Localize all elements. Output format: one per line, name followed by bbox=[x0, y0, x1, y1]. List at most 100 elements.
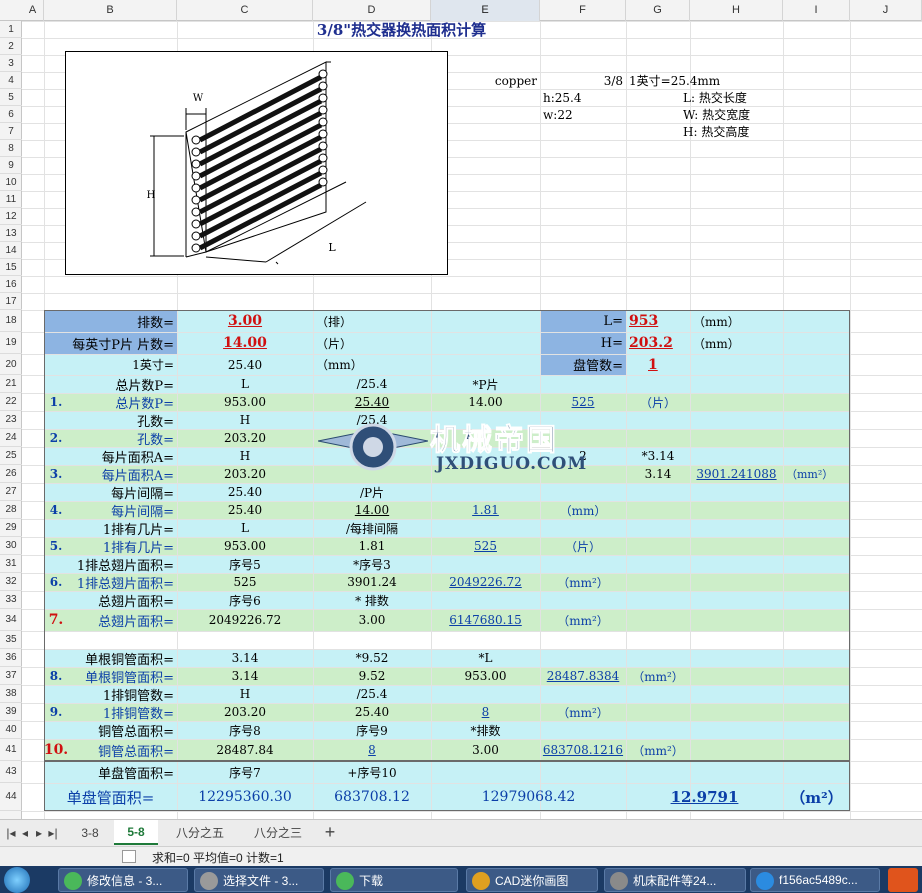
calc-g-22[interactable]: （片） bbox=[626, 393, 690, 411]
calc-e-30[interactable]: 525 bbox=[431, 537, 540, 555]
calc-e-21[interactable]: *P片 bbox=[431, 375, 540, 393]
row-header-22[interactable]: 22 bbox=[0, 393, 22, 411]
calc-f-30[interactable]: （片） bbox=[540, 537, 626, 555]
calc-e-22[interactable]: 14.00 bbox=[431, 393, 540, 411]
L-value[interactable]: 953 bbox=[626, 310, 690, 332]
calc-label-29[interactable]: 1排有几片= bbox=[44, 519, 177, 538]
fpi-value[interactable]: 14.00 bbox=[177, 332, 313, 354]
L-unit[interactable]: （mm） bbox=[690, 310, 783, 332]
calc-e-41[interactable]: 3.00 bbox=[431, 739, 540, 761]
row-header-20[interactable]: 20 bbox=[0, 354, 22, 375]
calc-e-39[interactable]: 8 bbox=[431, 703, 540, 721]
calc-g-29[interactable] bbox=[626, 519, 690, 537]
calc-d-40[interactable]: 序号9 bbox=[313, 721, 431, 739]
calc-g-39[interactable] bbox=[626, 703, 690, 721]
calc-f-27[interactable] bbox=[540, 483, 626, 501]
column-header-g[interactable]: G bbox=[626, 0, 690, 21]
column-header-f[interactable]: F bbox=[540, 0, 626, 21]
calc-c-30[interactable]: 953.00 bbox=[177, 537, 313, 555]
column-header-h[interactable]: H bbox=[690, 0, 783, 21]
row-header-37[interactable]: 37 bbox=[0, 667, 22, 685]
calc-g-30[interactable] bbox=[626, 537, 690, 555]
calc-c-37[interactable]: 3.14 bbox=[177, 667, 313, 685]
row-header-40[interactable]: 40 bbox=[0, 721, 22, 739]
calc-label-33[interactable]: 总翅片面积= bbox=[44, 591, 177, 610]
sheet-tab-eighth-three[interactable]: 八分之三 bbox=[240, 820, 316, 845]
calc-e-28[interactable]: 1.81 bbox=[431, 501, 540, 519]
calc-d-33[interactable]: * 排数 bbox=[313, 591, 431, 609]
calc-c-26[interactable]: 203.20 bbox=[177, 465, 313, 483]
calc-f-21[interactable] bbox=[540, 375, 626, 393]
calc-e-38[interactable] bbox=[431, 685, 540, 703]
calc-c-34[interactable]: 2049226.72 bbox=[177, 609, 313, 631]
calc-f-28[interactable]: （mm） bbox=[540, 501, 626, 519]
total-c43[interactable]: 序号7 bbox=[177, 761, 313, 783]
calc-h-26[interactable]: 3901.241088 bbox=[690, 465, 783, 483]
calc-d-28[interactable]: 14.00 bbox=[313, 501, 431, 519]
sheet-grid[interactable]: 3/8"热交器换热面积计算 W H Lcopper 3/8 h:25.4 w:22 1英寸=… bbox=[22, 21, 922, 819]
rows-label[interactable]: 排数= bbox=[44, 310, 177, 332]
total-unit[interactable]: （m²） bbox=[783, 783, 850, 811]
inch-value[interactable]: 25.40 bbox=[177, 354, 313, 375]
taskbar-item-2[interactable]: 下载 bbox=[330, 868, 458, 892]
calc-c-29[interactable]: L bbox=[177, 519, 313, 537]
calc-f-34[interactable]: （mm²） bbox=[540, 609, 626, 631]
row-header-1[interactable]: 1 bbox=[0, 21, 22, 38]
total-g44[interactable]: 12.9791 bbox=[626, 783, 783, 811]
calc-e-33[interactable] bbox=[431, 591, 540, 609]
calc-e-34[interactable]: 6147680.15 bbox=[431, 609, 540, 631]
calc-g-21[interactable] bbox=[626, 375, 690, 393]
w-dimension[interactable]: w:22 bbox=[540, 106, 626, 123]
column-header-j[interactable]: J bbox=[850, 0, 922, 21]
calc-label-26[interactable]: 每片面积A= bbox=[44, 465, 177, 484]
column-header-d[interactable]: D bbox=[313, 0, 431, 21]
calc-d-41[interactable]: 8 bbox=[313, 739, 431, 761]
calc-f-31[interactable] bbox=[540, 555, 626, 573]
calc-g-31[interactable] bbox=[626, 555, 690, 573]
calc-label-41[interactable]: 铜管总面积= bbox=[44, 739, 177, 761]
row-header-38[interactable]: 38 bbox=[0, 685, 22, 703]
calc-g-40[interactable] bbox=[626, 721, 690, 739]
h-dimension[interactable]: h:25.4 bbox=[540, 89, 626, 106]
calc-d-21[interactable]: /25.4 bbox=[313, 375, 431, 393]
row-header-39[interactable]: 39 bbox=[0, 703, 22, 721]
sheet-tab-3-8[interactable]: 3-8 bbox=[68, 820, 112, 845]
row-header-8[interactable]: 8 bbox=[0, 140, 22, 157]
column-header-a[interactable]: A bbox=[22, 0, 44, 21]
calc-d-34[interactable]: 3.00 bbox=[313, 609, 431, 631]
calc-c-41[interactable]: 28487.84 bbox=[177, 739, 313, 761]
inch-label[interactable]: 1英寸= bbox=[44, 354, 177, 375]
calc-c-28[interactable]: 25.40 bbox=[177, 501, 313, 519]
tab-last-icon[interactable]: ▸| bbox=[46, 820, 60, 845]
calc-c-24[interactable]: 203.20 bbox=[177, 429, 313, 447]
row-header-35[interactable]: 35 bbox=[0, 631, 22, 649]
calc-g-23[interactable] bbox=[626, 411, 690, 429]
row-header-21[interactable]: 21 bbox=[0, 375, 22, 393]
row-header-43[interactable]: 43 bbox=[0, 761, 22, 783]
sheet-tab-eighth-five[interactable]: 八分之五 bbox=[162, 820, 238, 845]
rows-value[interactable]: 3.00 bbox=[177, 310, 313, 332]
size-value[interactable]: 3/8 bbox=[540, 72, 626, 89]
row-header-30[interactable]: 30 bbox=[0, 537, 22, 555]
tab-prev-icon[interactable]: ◂ bbox=[18, 820, 32, 845]
calc-e-27[interactable] bbox=[431, 483, 540, 501]
row-header-36[interactable]: 36 bbox=[0, 649, 22, 667]
taskbar-item-4[interactable]: 机床配件等24... bbox=[604, 868, 746, 892]
calc-e-37[interactable]: 953.00 bbox=[431, 667, 540, 685]
L-legend[interactable]: L: 热交长度 bbox=[680, 89, 773, 106]
row-header-12[interactable]: 12 bbox=[0, 208, 22, 225]
page-title[interactable]: 3/8"热交器换热面积计算 bbox=[177, 21, 626, 39]
calc-c-32[interactable]: 525 bbox=[177, 573, 313, 591]
row-header-32[interactable]: 32 bbox=[0, 573, 22, 591]
H-value[interactable]: 203.2 bbox=[626, 332, 690, 354]
calc-label-27[interactable]: 每片间隔= bbox=[44, 483, 177, 502]
calc-g-34[interactable] bbox=[626, 609, 690, 631]
calc-d-30[interactable]: 1.81 bbox=[313, 537, 431, 555]
copper-label[interactable]: copper bbox=[431, 72, 540, 89]
total-d43[interactable]: +序号10 bbox=[313, 761, 431, 783]
tab-first-icon[interactable]: |◂ bbox=[4, 820, 18, 845]
taskbar-item-1[interactable]: 选择文件 - 3... bbox=[194, 868, 324, 892]
calc-label-31[interactable]: 1排总翅片面积= bbox=[44, 555, 177, 574]
sheet-tab-5-8[interactable]: 5-8 bbox=[114, 820, 158, 845]
calc-c-33[interactable]: 序号6 bbox=[177, 591, 313, 609]
